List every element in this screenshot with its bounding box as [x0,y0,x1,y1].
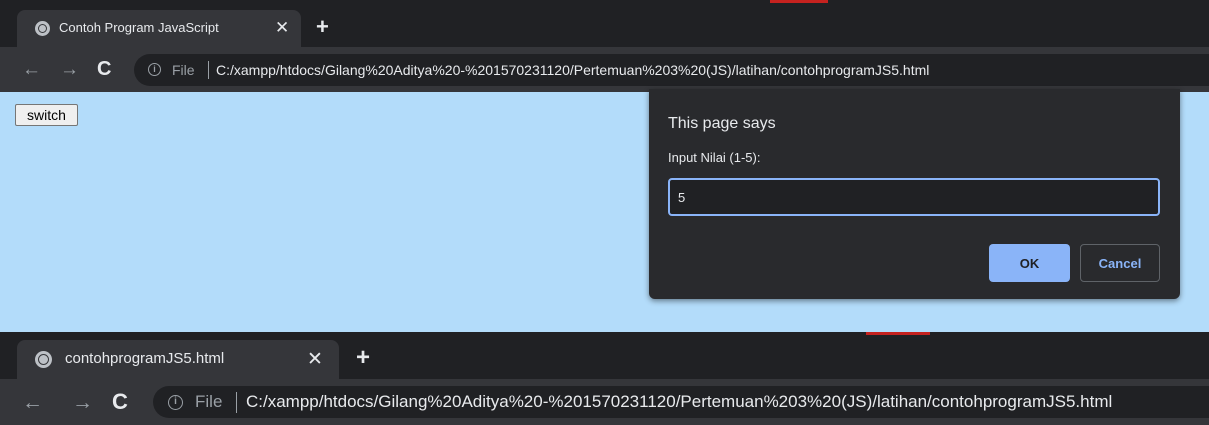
address-url[interactable]: C:/xampp/htdocs/Gilang%20Aditya%20-%2015… [216,62,929,78]
forward-icon[interactable]: → [60,60,79,79]
back-icon[interactable]: ← [22,60,41,79]
reload-icon[interactable]: C [112,391,128,413]
tab-contoh-program[interactable]: Contoh Program JavaScript ✕ [17,10,301,47]
address-bar[interactable]: i File C:/xampp/htdocs/Gilang%20Aditya%2… [153,386,1209,418]
browser-toolbar: ← → C i File C:/xampp/htdocs/Gilang%20Ad… [0,47,1209,92]
dialog-input[interactable] [668,178,1160,216]
globe-icon [35,21,50,36]
new-tab-button[interactable]: + [316,16,329,38]
forward-icon[interactable]: → [72,392,93,413]
tab-title: Contoh Program JavaScript [59,20,219,35]
address-divider [208,61,209,79]
dialog-title: This page says [668,115,776,132]
recording-indicator [866,332,930,335]
back-icon[interactable]: ← [22,392,43,413]
tab-contohprogram-html[interactable]: contohprogramJS5.html ✕ [17,340,339,379]
address-url[interactable]: C:/xampp/htdocs/Gilang%20Aditya%20-%2015… [246,392,1112,412]
dialog-message: Input Nilai (1-5): [668,150,761,165]
recording-indicator [770,0,828,3]
tab-strip: Contoh Program JavaScript ✕ + [0,0,1209,47]
file-scheme-label: File [172,62,195,78]
address-divider [236,392,237,413]
prompt-dialog: This page says Input Nilai (1-5): OK Can… [649,89,1180,299]
address-bar[interactable]: i File C:/xampp/htdocs/Gilang%20Aditya%2… [134,54,1209,86]
ok-button[interactable]: OK [989,244,1070,282]
new-tab-button[interactable]: + [356,346,370,370]
browser-window-top: Contoh Program JavaScript ✕ + ← → C i Fi… [0,0,1209,332]
tab-strip: contohprogramJS5.html ✕ + [0,332,1209,379]
tab-close-icon[interactable]: ✕ [307,350,323,369]
switch-button[interactable]: switch [15,104,78,126]
tab-title: contohprogramJS5.html [65,350,225,367]
info-icon[interactable]: i [168,395,183,410]
info-icon[interactable]: i [148,63,161,76]
browser-window-bottom: contohprogramJS5.html ✕ + ← → C i File C… [0,332,1209,425]
browser-toolbar: ← → C i File C:/xampp/htdocs/Gilang%20Ad… [0,379,1209,425]
file-scheme-label: File [195,392,223,411]
cancel-button[interactable]: Cancel [1080,244,1160,282]
globe-icon [35,351,52,368]
reload-icon[interactable]: C [97,59,111,79]
tab-close-icon[interactable]: ✕ [275,19,289,36]
